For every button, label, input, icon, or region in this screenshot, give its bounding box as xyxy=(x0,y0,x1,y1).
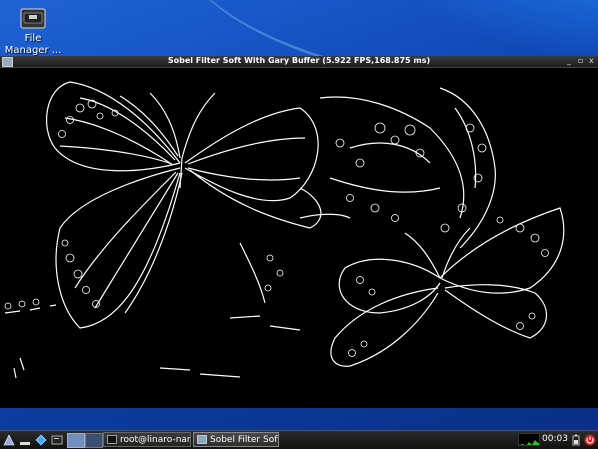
terminal-icon[interactable] xyxy=(50,433,64,446)
cpu-monitor-icon[interactable] xyxy=(518,433,540,446)
minimize-button[interactable]: _ xyxy=(567,55,571,67)
window-icon xyxy=(197,435,207,444)
task-sobel-window[interactable]: Sobel Filter Soft ... xyxy=(193,432,279,447)
maximize-button[interactable]: ▫ xyxy=(578,55,583,67)
clock[interactable]: 00:03 xyxy=(542,433,568,446)
task-label: Sobel Filter Soft ... xyxy=(210,435,279,445)
taskbar: root@linaro-nan... Sobel Filter Soft ...… xyxy=(0,430,598,449)
battery-icon[interactable] xyxy=(571,433,581,446)
workspace-2-icon[interactable] xyxy=(85,433,103,448)
app-window[interactable]: Sobel Filter Soft With Gary Buffer (5.92… xyxy=(0,56,598,408)
file-manager-icon xyxy=(20,6,46,30)
task-terminal[interactable]: root@linaro-nan... xyxy=(103,432,191,447)
close-button[interactable]: x xyxy=(589,55,594,67)
file-manager-icon[interactable] xyxy=(34,433,48,446)
terminal-icon xyxy=(107,435,117,444)
start-menu-icon[interactable] xyxy=(2,433,16,446)
minimize-all-icon[interactable] xyxy=(18,433,32,446)
workspace-1-icon[interactable] xyxy=(67,433,85,448)
sobel-output-image xyxy=(0,68,598,408)
task-label: root@linaro-nan... xyxy=(120,435,190,445)
window-titlebar[interactable]: Sobel Filter Soft With Gary Buffer (5.92… xyxy=(0,56,598,68)
desktop-icon-file-manager[interactable]: File Manager ... xyxy=(4,6,62,57)
window-title: Sobel Filter Soft With Gary Buffer (5.92… xyxy=(167,56,431,65)
logout-icon[interactable] xyxy=(583,433,596,446)
desktop-icon-label: File Manager ... xyxy=(4,33,62,56)
